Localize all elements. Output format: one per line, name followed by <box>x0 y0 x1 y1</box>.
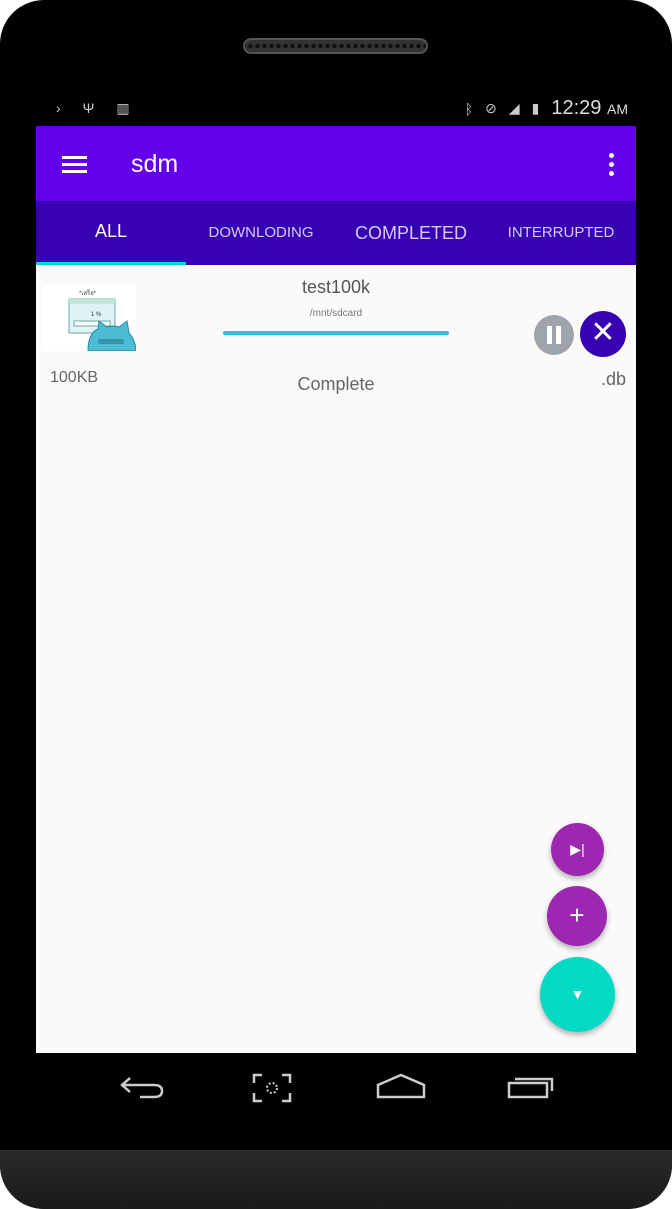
file-extension: .db <box>600 369 626 389</box>
speaker-grille <box>243 38 428 54</box>
navigation-bar <box>36 1053 636 1150</box>
download-item[interactable]: 1 % *เสร็จ* test100k /mnt/sdcard ✕ 100KB … <box>36 265 636 405</box>
clock: 12:29 AM <box>551 97 628 120</box>
time: 12:29 <box>551 97 602 119</box>
screenshot-icon[interactable] <box>252 1073 292 1103</box>
home-icon[interactable] <box>376 1073 426 1099</box>
app-title: sdm <box>131 150 179 178</box>
caret-down-icon: ▼ <box>570 986 585 1002</box>
close-icon: ✕ <box>590 316 616 349</box>
signal-icon: ◢ <box>508 100 520 116</box>
download-status: Complete <box>297 374 375 394</box>
usb-icon: Ψ <box>82 100 95 116</box>
back-icon[interactable] <box>120 1073 166 1099</box>
recent-apps-icon[interactable] <box>506 1073 556 1101</box>
app-bar: sdm <box>36 126 636 201</box>
tab-completed[interactable]: COMPLETED <box>336 201 486 265</box>
plus-icon: + <box>569 900 585 930</box>
file-name: test100k <box>301 277 371 297</box>
add-download-fab[interactable]: + <box>547 886 607 946</box>
mute-icon: ⊘ <box>485 100 497 116</box>
bottom-bezel <box>0 1150 672 1209</box>
download-progress-bar <box>223 331 449 335</box>
status-bar: › Ψ ▥ ᛒ ⊘ ◢ ▮ 12:29 AM <box>36 92 636 126</box>
more-options-icon[interactable] <box>609 153 614 176</box>
tab-interrupted[interactable]: INTERRUPTED <box>486 201 636 265</box>
cancel-button[interactable]: ✕ <box>580 311 626 357</box>
app-screen: sdm ALL DOWNLODING COMPLETED INTERRUPTED… <box>36 126 636 1053</box>
bluetooth-icon: ᛒ <box>464 100 474 117</box>
battery-icon: ▮ <box>531 100 540 116</box>
tab-all[interactable]: ALL <box>36 201 186 265</box>
tab-bar: ALL DOWNLODING COMPLETED INTERRUPTED <box>36 201 636 265</box>
skip-next-icon: ▶| <box>570 841 585 857</box>
ampm: AM <box>607 101 628 117</box>
chevron-icon: › <box>56 100 61 116</box>
expand-fab-menu-button[interactable]: ▼ <box>540 957 615 1032</box>
pause-button[interactable] <box>534 315 574 355</box>
hamburger-menu-icon[interactable] <box>62 156 87 173</box>
phone-frame: › Ψ ▥ ᛒ ⊘ ◢ ▮ 12:29 AM sdm ALL DOWNLODING COM… <box>0 0 672 1209</box>
tab-downloading[interactable]: DOWNLODING <box>186 201 336 265</box>
skip-next-fab[interactable]: ▶| <box>551 823 604 876</box>
barcode-icon: ▥ <box>116 100 130 116</box>
